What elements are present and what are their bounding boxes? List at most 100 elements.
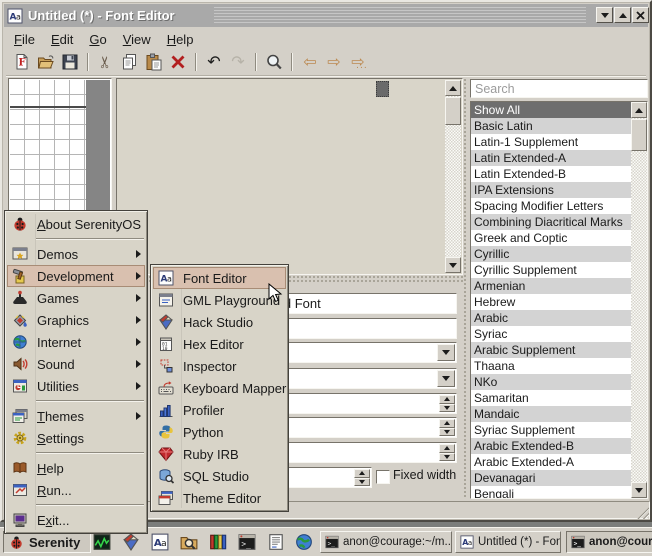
- previous-glyph-button[interactable]: ⇦: [298, 51, 322, 74]
- list-item-syriac[interactable]: Syriac: [471, 326, 631, 342]
- menu-item-inspector[interactable]: Inspector: [153, 355, 286, 377]
- menu-item-sql-studio[interactable]: SQL Studio: [153, 465, 286, 487]
- goto-glyph-button[interactable]: ⇨...: [346, 51, 370, 74]
- copy-button[interactable]: [118, 51, 142, 74]
- fixed-width-checkbox[interactable]: [376, 470, 390, 484]
- list-item-devanagari[interactable]: Devanagari: [471, 470, 631, 486]
- mean-line-spinbox-increment-button[interactable]: [439, 419, 455, 428]
- list-item-basic-latin[interactable]: Basic Latin: [471, 118, 631, 134]
- menu-item-graphics[interactable]: Graphics: [7, 309, 145, 331]
- selected-glyph-cell[interactable]: [376, 81, 389, 97]
- menubar-item-help[interactable]: Help: [159, 31, 202, 48]
- menubar-item-file[interactable]: File: [6, 31, 43, 48]
- menu-item-keyboard-mapper[interactable]: Keyboard Mapper: [153, 377, 286, 399]
- quick-launch-browser-icon[interactable]: [295, 533, 313, 551]
- taskbar-window-untitled-font[interactable]: AaUntitled (*) - Font...: [455, 531, 561, 553]
- list-item-arabic-extended-a[interactable]: Arabic Extended-A: [471, 454, 631, 470]
- quick-launch-hack-studio-icon[interactable]: [122, 533, 140, 551]
- glyph-map[interactable]: [116, 78, 463, 275]
- redo-button[interactable]: ↷: [226, 51, 250, 74]
- menu-item-font-editor[interactable]: AaFont Editor: [153, 267, 286, 289]
- list-item-latin-extended-b[interactable]: Latin Extended-B: [471, 166, 631, 182]
- menu-item-settings[interactable]: Settings: [7, 427, 145, 449]
- open-button[interactable]: [34, 51, 58, 74]
- quick-launch-system-monitor-icon[interactable]: [93, 533, 111, 551]
- weight-combobox-dropdown-button[interactable]: [437, 344, 455, 361]
- list-item-latin-extended-a[interactable]: Latin Extended-A: [471, 150, 631, 166]
- next-glyph-button[interactable]: ⇨: [322, 51, 346, 74]
- presentation-size-spinbox-increment-button[interactable]: [439, 395, 455, 404]
- glyph-map-scrollbar-up-button[interactable]: [445, 80, 461, 96]
- menubar-item-go[interactable]: Go: [81, 31, 114, 48]
- menubar-item-edit[interactable]: Edit: [43, 31, 81, 48]
- quick-launch-terminal-icon[interactable]: >_: [238, 533, 256, 551]
- list-item-armenian[interactable]: Armenian: [471, 278, 631, 294]
- taskbar-window-anon-cour[interactable]: >_anon@cour: [566, 531, 652, 553]
- menu-item-games[interactable]: Games: [7, 287, 145, 309]
- menu-item-theme-editor[interactable]: Theme Editor: [153, 487, 286, 509]
- quick-launch-find-files-icon[interactable]: [180, 533, 198, 551]
- undo-button[interactable]: ↶: [202, 51, 226, 74]
- menu-item-demos[interactable]: Demos: [7, 243, 145, 265]
- list-item-latin-1-supplement[interactable]: Latin-1 Supplement: [471, 134, 631, 150]
- menu-item-help[interactable]: Help: [7, 457, 145, 479]
- close-button[interactable]: [632, 7, 649, 23]
- vertical-splitter[interactable]: [463, 78, 468, 499]
- block-list-scrollbar-thumb[interactable]: [631, 119, 647, 151]
- menu-item-ruby-irb[interactable]: Ruby IRB: [153, 443, 286, 465]
- menu-item-internet[interactable]: Internet: [7, 331, 145, 353]
- maximize-button[interactable]: [614, 7, 631, 23]
- list-item-cyrillic-supplement[interactable]: Cyrillic Supplement: [471, 262, 631, 278]
- glyph-map-scrollbar-down-button[interactable]: [445, 257, 461, 273]
- cut-button[interactable]: ✂: [94, 51, 118, 74]
- menu-item-profiler[interactable]: Profiler: [153, 399, 286, 421]
- preview-button[interactable]: [262, 51, 286, 74]
- list-item-thaana[interactable]: Thaana: [471, 358, 631, 374]
- block-list-scrollbar-track[interactable]: [631, 118, 647, 482]
- new-font-button[interactable]: F: [10, 51, 34, 74]
- menu-item-development[interactable]: Development: [7, 265, 145, 287]
- menu-item-utilities[interactable]: Utilities: [7, 375, 145, 397]
- list-item-syriac-supplement[interactable]: Syriac Supplement: [471, 422, 631, 438]
- menu-item-about-serenityos[interactable]: About SerenityOS: [7, 213, 145, 235]
- minimize-button[interactable]: [596, 7, 613, 23]
- list-item-mandaic[interactable]: Mandaic: [471, 406, 631, 422]
- block-list-scrollbar-up-button[interactable]: [631, 102, 647, 118]
- list-item-nko[interactable]: NKo: [471, 374, 631, 390]
- quick-launch-text-editor-icon[interactable]: [267, 533, 285, 551]
- menu-item-hex-editor[interactable]: 0110Hex Editor: [153, 333, 286, 355]
- list-item-samaritan[interactable]: Samaritan: [471, 390, 631, 406]
- menu-item-exit[interactable]: Exit...: [7, 509, 145, 531]
- menu-item-sound[interactable]: Sound: [7, 353, 145, 375]
- block-list-scrollbar[interactable]: [631, 102, 647, 498]
- list-item-hebrew[interactable]: Hebrew: [471, 294, 631, 310]
- glyph-map-scrollbar-thumb[interactable]: [445, 97, 461, 125]
- list-item-arabic-supplement[interactable]: Arabic Supplement: [471, 342, 631, 358]
- list-item-cyrillic[interactable]: Cyrillic: [471, 246, 631, 262]
- block-list-scrollbar-down-button[interactable]: [631, 482, 647, 498]
- taskbar-window-anon-courage-m[interactable]: >_anon@courage:~/m...: [320, 531, 452, 553]
- baseline-spinbox-increment-button[interactable]: [439, 444, 455, 453]
- glyph-map-scrollbar[interactable]: [445, 80, 461, 273]
- list-item-combining-diacritical-marks[interactable]: Combining Diacritical Marks: [471, 214, 631, 230]
- list-item-spacing-modifier-letters[interactable]: Spacing Modifier Letters: [471, 198, 631, 214]
- slope-combobox-dropdown-button[interactable]: [437, 370, 455, 387]
- list-item-arabic-extended-b[interactable]: Arabic Extended-B: [471, 438, 631, 454]
- start-button[interactable]: Serenity: [3, 531, 91, 553]
- save-button[interactable]: [58, 51, 82, 74]
- menu-item-themes[interactable]: Themes: [7, 405, 145, 427]
- mean-line-spinbox-decrement-button[interactable]: [439, 428, 455, 437]
- menu-item-gml-playground[interactable]: GML Playground: [153, 289, 286, 311]
- list-item-ipa-extensions[interactable]: IPA Extensions: [471, 182, 631, 198]
- list-item-bengali[interactable]: Bengali: [471, 486, 631, 498]
- menubar-item-view[interactable]: View: [115, 31, 159, 48]
- titlebar[interactable]: Aa Untitled (*) - Font Editor: [4, 4, 648, 27]
- baseline-spinbox-decrement-button[interactable]: [439, 453, 455, 462]
- glyph-spacing-spinbox-decrement-button[interactable]: [354, 478, 370, 487]
- menu-item-run[interactable]: Run...: [7, 479, 145, 501]
- quick-launch-library-icon[interactable]: [209, 533, 227, 551]
- quick-launch-font-editor-icon[interactable]: Aa: [151, 533, 169, 551]
- list-item-greek-and-coptic[interactable]: Greek and Coptic: [471, 230, 631, 246]
- list-item-show-all[interactable]: Show All: [471, 102, 631, 118]
- presentation-size-spinbox-decrement-button[interactable]: [439, 404, 455, 413]
